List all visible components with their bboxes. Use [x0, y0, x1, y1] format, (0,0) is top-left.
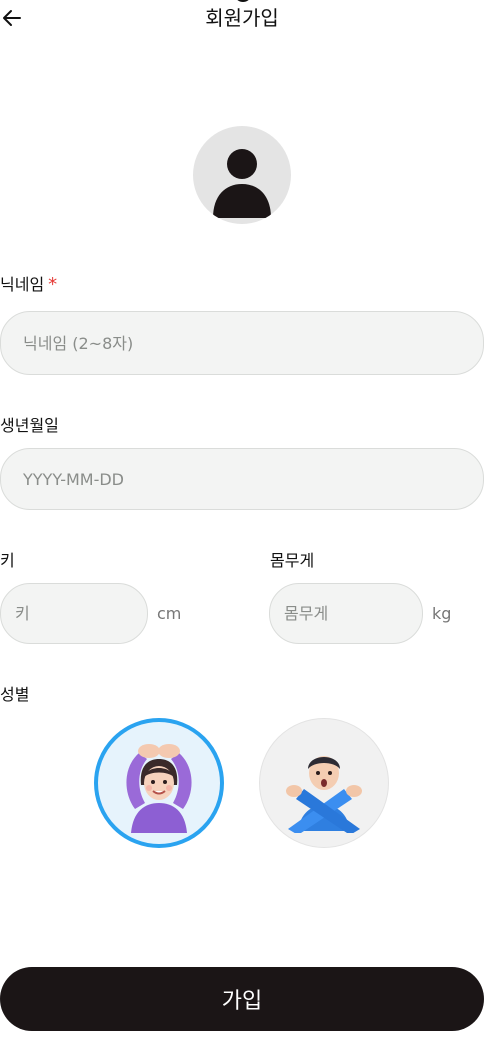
nickname-field[interactable] [0, 311, 484, 375]
weight-label: 몸무게 [270, 551, 315, 570]
person-icon [213, 149, 271, 218]
nickname-input[interactable] [1, 333, 483, 353]
height-unit: cm [157, 604, 182, 623]
birthdate-input[interactable] [1, 469, 483, 489]
height-label: 키 [0, 551, 15, 570]
woman-ok-gesture-icon [126, 744, 192, 833]
weight-input[interactable] [270, 604, 422, 623]
height-field[interactable] [0, 583, 148, 644]
nickname-label: 닉네임 [0, 275, 45, 294]
status-indicator [236, 0, 250, 2]
gender-male-option[interactable] [259, 718, 389, 848]
man-no-gesture-icon [286, 756, 362, 833]
weight-unit: kg [432, 604, 452, 623]
gender-label: 성별 [0, 685, 30, 704]
profile-avatar-button[interactable] [193, 126, 291, 224]
height-input[interactable] [1, 604, 147, 623]
gender-female-option[interactable] [94, 718, 224, 848]
nickname-label-row: 닉네임 * [0, 274, 57, 296]
page-title: 회원가입 [205, 6, 279, 30]
weight-field[interactable] [269, 583, 423, 644]
signup-submit-button[interactable]: 가입 [0, 967, 484, 1031]
birthdate-label: 생년월일 [0, 416, 59, 435]
birthdate-field[interactable] [0, 448, 484, 510]
required-mark: * [48, 274, 58, 295]
